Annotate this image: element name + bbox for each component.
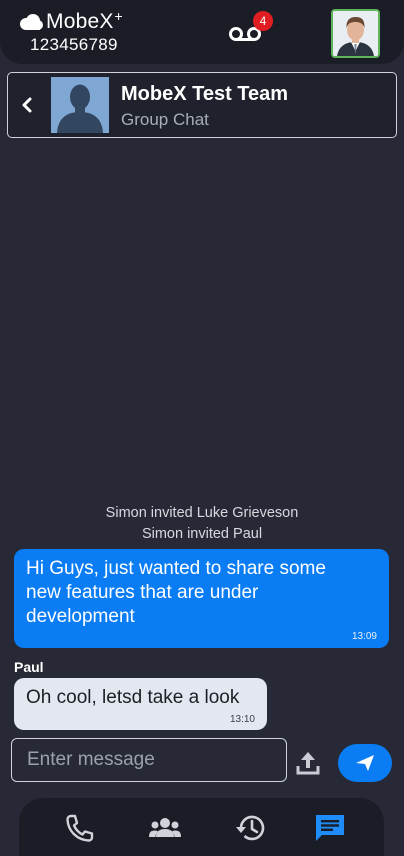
upload-icon[interactable] [295, 750, 321, 776]
brand-name: MobeX [46, 10, 114, 33]
send-icon [356, 755, 374, 771]
send-button[interactable] [338, 744, 392, 782]
chat-title: MobeX Test Team [121, 83, 289, 105]
message-text: Oh cool, letsd take a look [26, 687, 240, 708]
message-sender: Paul [14, 659, 44, 675]
person-silhouette-icon [51, 77, 109, 133]
incoming-message-bubble[interactable]: Oh cool, letsd take a look 13:10 [14, 678, 267, 730]
back-arrow-icon[interactable] [18, 95, 36, 115]
chat-header: MobeX Test Team Group Chat [7, 72, 397, 138]
message-time: 13:10 [229, 714, 255, 725]
voicemail-count-badge: 4 [253, 11, 273, 31]
profile-avatar[interactable] [331, 9, 380, 58]
message-time: 13:09 [351, 631, 377, 642]
user-number: 123456789 [30, 35, 118, 54]
cloud-icon [20, 14, 43, 30]
group-avatar [51, 77, 109, 133]
top-bar: MobeX + 123456789 4 [0, 0, 404, 64]
message-text: Hi Guys, just wanted to share some new f… [26, 558, 326, 627]
chat-icon[interactable] [313, 812, 347, 844]
outgoing-message-bubble[interactable]: Hi Guys, just wanted to share some new f… [14, 549, 389, 648]
system-message: Simon invited Luke Grieveson [105, 505, 299, 521]
chat-subtitle: Group Chat [121, 110, 209, 129]
bottom-nav [19, 798, 384, 856]
profile-photo [333, 11, 378, 56]
phone-icon[interactable] [62, 812, 96, 844]
group-icon[interactable] [148, 812, 182, 844]
brand-plus: + [114, 8, 123, 24]
message-input[interactable] [11, 738, 287, 782]
system-message: Simon invited Paul [141, 526, 263, 542]
history-icon[interactable] [234, 812, 268, 844]
brand-logo: MobeX + [18, 8, 123, 34]
